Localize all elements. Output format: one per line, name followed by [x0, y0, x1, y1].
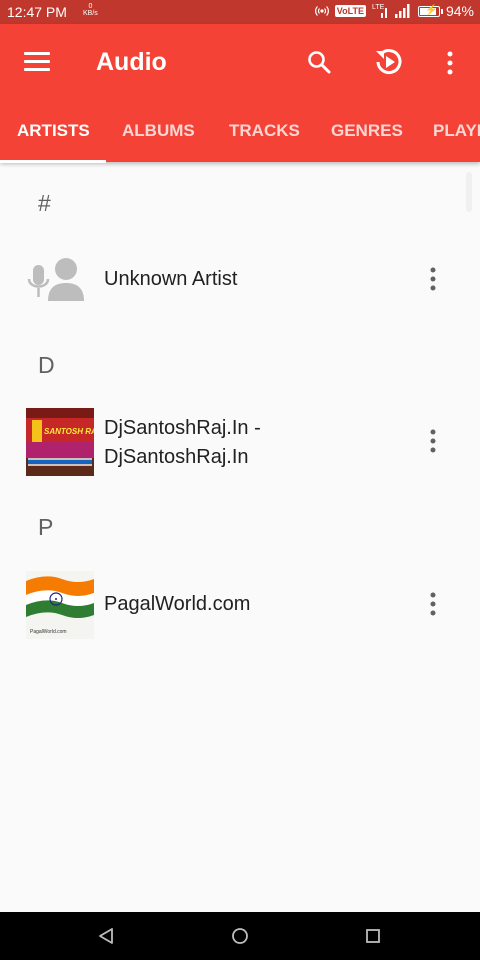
volte-badge: VoLTE [334, 5, 366, 17]
recents-icon[interactable] [361, 924, 385, 948]
status-bar: 12:47 PM 0 KB/s VoLTE LTE ⚡ 94% [0, 0, 480, 24]
tab-playlists[interactable]: PLAYLISTS [433, 121, 480, 162]
home-icon[interactable] [228, 924, 252, 948]
tab-indicator [0, 160, 106, 163]
status-time: 12:47 PM [7, 4, 67, 20]
signal-icon [380, 8, 387, 18]
more-vert-icon[interactable] [423, 428, 443, 454]
artist-name-line1: DjSantoshRaj.In - [104, 417, 261, 439]
battery-icon: ⚡ [417, 4, 443, 17]
artist-row-djsantoshraj[interactable]: SANTOSH RAJ DjSantoshRaj.In - DjSantoshR… [0, 406, 480, 476]
signal-strength-icon [394, 4, 410, 18]
more-vert-icon[interactable] [440, 50, 460, 76]
app-bar: Audio ARTISTS ALBUMS TRACKS GENRES PLAYL… [0, 24, 480, 163]
battery-percent: 94% [445, 3, 474, 19]
tab-tracks[interactable]: TRACKS [229, 121, 300, 162]
hotspot-icon [314, 6, 329, 16]
album-art: SANTOSH RAJ [26, 408, 94, 476]
tab-artists[interactable]: ARTISTS [17, 121, 90, 162]
artist-row-unknown[interactable]: Unknown Artist [0, 245, 480, 315]
tab-bar: ARTISTS ALBUMS TRACKS GENRES PLAYLISTS [0, 121, 480, 162]
artist-name: DjSantoshRaj.In - DjSantoshRaj.In [104, 414, 261, 472]
more-vert-icon[interactable] [423, 266, 443, 292]
network-speed-value: 0 [88, 3, 93, 10]
artist-name-line2: DjSantoshRaj.In [104, 446, 249, 468]
section-header-d: D [38, 352, 55, 378]
section-header-p: P [38, 514, 54, 540]
tab-albums[interactable]: ALBUMS [122, 121, 195, 162]
unknown-artist-icon [27, 258, 84, 301]
artist-name: Unknown Artist [104, 268, 238, 290]
scrollbar[interactable] [466, 172, 472, 212]
history-icon[interactable] [373, 46, 405, 78]
page-title: Audio [96, 48, 167, 76]
network-speed-unit: KB/s [83, 10, 98, 17]
charging-icon: ⚡ [424, 4, 438, 16]
more-vert-icon[interactable] [423, 591, 443, 617]
tab-genres[interactable]: GENRES [331, 121, 403, 162]
album-art-text: SANTOSH RAJ [44, 427, 94, 436]
indian-flag-art-text: PagalWorld.com [30, 629, 67, 635]
network-speed: 0 KB/s [83, 3, 98, 17]
back-icon[interactable] [94, 924, 118, 948]
navigation-bar [0, 912, 480, 960]
indian-flag-art: PagalWorld.com [26, 571, 94, 639]
section-header-hash: # [38, 190, 51, 216]
artist-name: PagalWorld.com [104, 593, 251, 615]
menu-icon[interactable] [24, 52, 50, 72]
artist-row-pagalworld[interactable]: PagalWorld.com PagalWorld.com [0, 569, 480, 639]
lte-signal: LTE [372, 4, 388, 18]
search-icon[interactable] [306, 49, 332, 75]
